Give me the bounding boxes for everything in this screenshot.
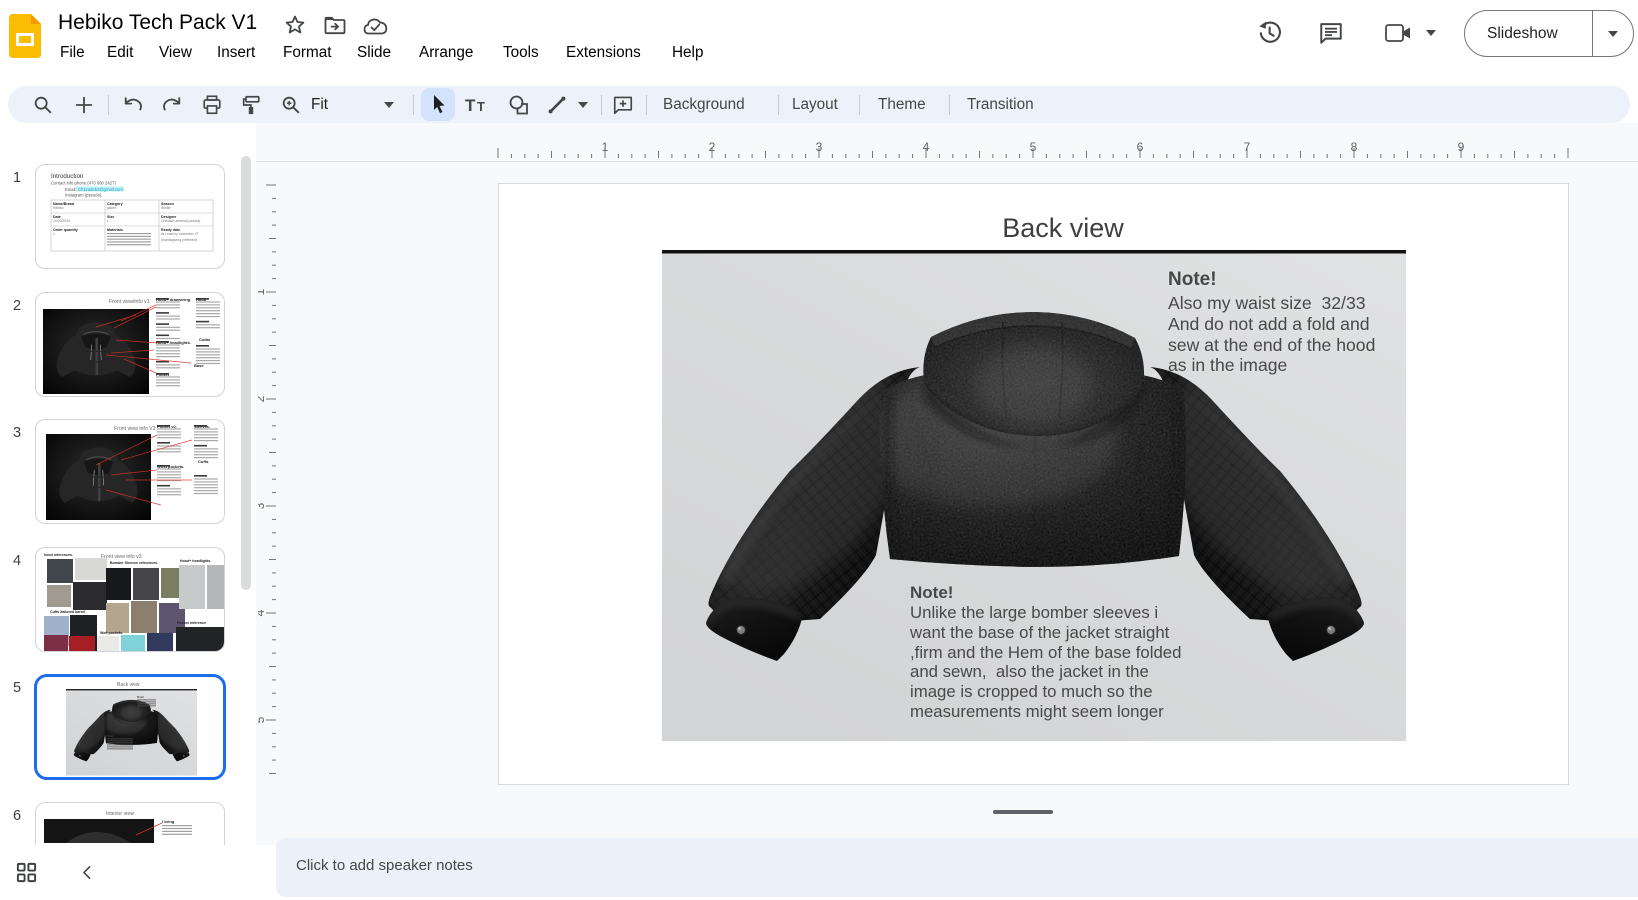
svg-text:Winter: Winter [161, 206, 172, 210]
svg-text:Contact info phone:(470 660 2: Contact info phone:(470 660 2427) [51, 181, 116, 186]
svg-text:Cuffs.: Cuffs. [198, 459, 209, 464]
svg-text:Hood+ headlights.: Hood+ headlights. [180, 559, 211, 563]
svg-text:T: T [465, 96, 476, 114]
svg-text:5: 5 [1030, 140, 1037, 154]
svg-text:Hood+ drawstring: Hood+ drawstring [156, 297, 191, 302]
svg-text:4: 4 [923, 140, 930, 154]
svg-text:Note!: Note! [107, 734, 114, 738]
svg-text:Introduction: Introduction [51, 173, 84, 180]
svg-text:Instagram (pseudo).: Instagram (pseudo). [65, 193, 102, 198]
svg-text:jacket: jacket [106, 206, 116, 210]
svg-text:2: 2 [709, 140, 716, 154]
svg-text:Ch1vadeb3@gmail.com: Ch1vadeb3@gmail.com [78, 187, 123, 192]
svg-text:Front view/info v1: Front view/info v1 [109, 299, 150, 305]
svg-text:1: 1 [53, 232, 55, 236]
svg-text:Pocket: Pocket [156, 372, 170, 377]
svg-text:Pocket v2.: Pocket v2. [157, 424, 177, 429]
svg-text:Base: Base [194, 363, 204, 368]
svg-text:Note!: Note! [137, 695, 144, 699]
svg-text:4: 4 [258, 609, 267, 616]
svg-text:Sleeves.: Sleeves. [194, 424, 210, 429]
svg-text:(thanksgiving preferred): (thanksgiving preferred) [161, 238, 197, 242]
svg-text:Collar: Collar [199, 337, 211, 342]
svg-text:Hebiko: Hebiko [53, 206, 64, 210]
svg-text:3: 3 [258, 502, 267, 509]
svg-text:Front view info V2: Front view info V2 [114, 426, 156, 432]
svg-text:1: 1 [258, 288, 267, 295]
svg-text:L: L [107, 219, 109, 223]
svg-text:5: 5 [258, 716, 267, 723]
svg-text:7: 7 [1244, 140, 1251, 154]
svg-text:2: 2 [258, 395, 267, 402]
svg-text:Hood+ headlights.: Hood+ headlights. [156, 340, 191, 345]
svg-text:Order quantity: Order quantity [53, 228, 78, 232]
svg-text:I bring: I bring [162, 819, 175, 824]
svg-text:8: 8 [1351, 140, 1358, 154]
svg-text:Email:: Email: [65, 187, 77, 192]
svg-text:T: T [477, 99, 485, 114]
svg-text:Interior view: Interior view [106, 811, 134, 817]
svg-text:10/20/2025: 10/20/2025 [53, 219, 70, 223]
svg-text:At Least by november 27: At Least by november 27 [161, 232, 199, 236]
svg-text:Welt pockets.: Welt pockets. [100, 631, 123, 635]
svg-text:Pocket reference: Pocket reference [177, 621, 206, 625]
svg-text:Christian andrew(Lyseoul).: Christian andrew(Lyseoul). [161, 219, 201, 223]
svg-text:9: 9 [1458, 140, 1465, 154]
svg-text:6: 6 [1137, 140, 1144, 154]
svg-text:Back view: Back view [117, 682, 140, 688]
svg-text:Hood: Hood [196, 297, 207, 302]
svg-text:Front view info v3: Front view info v3 [101, 554, 142, 560]
svg-text:3: 3 [816, 140, 823, 154]
svg-text:Bomber Sleeves references.: Bomber Sleeves references. [110, 561, 158, 565]
svg-text:Materials.: Materials. [107, 228, 124, 232]
svg-text:1: 1 [602, 140, 609, 154]
svg-text:Cuffs /tailored barrel: Cuffs /tailored barrel [50, 610, 85, 614]
svg-text:hood references.: hood references. [44, 553, 73, 557]
svg-text:Wrist pockets.: Wrist pockets. [157, 464, 184, 469]
